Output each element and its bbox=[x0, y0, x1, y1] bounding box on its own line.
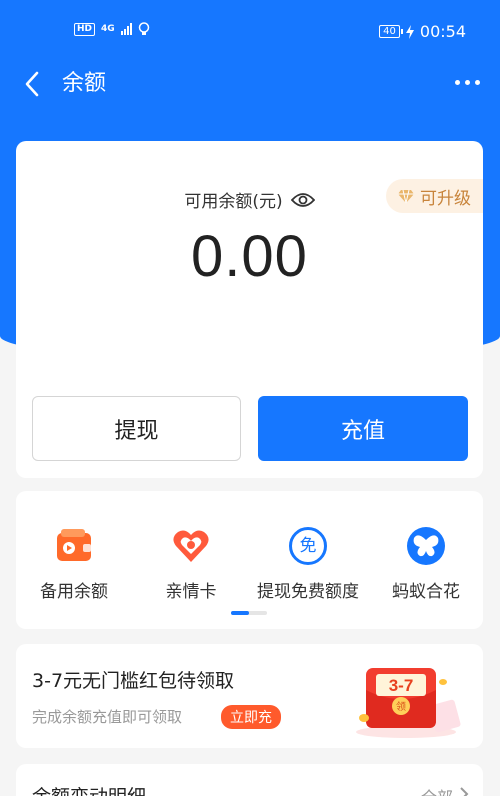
network-label: 4G bbox=[101, 23, 115, 34]
feature-free-withdraw[interactable]: 免 提现免费额度 bbox=[248, 527, 368, 602]
feature-label: 蚂蚁合花 bbox=[392, 582, 460, 602]
balance-detail-card[interactable]: 余额变动明细 全部 bbox=[16, 764, 483, 796]
upgrade-badge[interactable]: 可升级 bbox=[386, 179, 483, 213]
promo-card[interactable]: 3-7元无门槛红包待领取 完成余额充值即可领取 立即充 3-7 领 bbox=[16, 644, 483, 748]
envelope-coin: 领 bbox=[396, 700, 406, 713]
feature-family-card[interactable]: 亲情卡 bbox=[131, 527, 251, 602]
page-title: 余额 bbox=[62, 71, 107, 96]
diamond-icon bbox=[398, 189, 414, 204]
detail-all-link[interactable]: 全部 bbox=[421, 784, 453, 796]
balance-label: 可用余额(元) bbox=[184, 192, 283, 212]
heart-icon bbox=[173, 530, 209, 562]
features-card: 备用余额 亲情卡 免 提现免费额度 蚂蚁合花 bbox=[16, 491, 483, 629]
feature-label: 提现免费额度 bbox=[257, 582, 359, 602]
status-left: HD 4G bbox=[74, 22, 150, 36]
status-bar: HD 4G 40 00:54 bbox=[0, 0, 500, 52]
feature-label: 亲情卡 bbox=[165, 582, 217, 602]
feature-label: 备用余额 bbox=[40, 582, 108, 602]
wallet-icon bbox=[57, 529, 91, 561]
bulb-icon bbox=[138, 22, 149, 35]
feature-backup-balance[interactable]: 备用余额 bbox=[14, 527, 134, 602]
detail-title: 余额变动明细 bbox=[32, 782, 146, 796]
page-indicator bbox=[231, 611, 267, 615]
clock: 00:54 bbox=[419, 22, 466, 41]
charging-icon bbox=[405, 24, 414, 39]
envelope-amount: 3-7 bbox=[389, 676, 414, 695]
balance-card: 可用余额(元) 可升级 0.00 提现 充值 bbox=[16, 141, 483, 478]
upgrade-label: 可升级 bbox=[420, 188, 471, 209]
withdraw-button[interactable]: 提现 bbox=[32, 396, 241, 461]
recharge-button[interactable]: 充值 bbox=[258, 396, 468, 461]
signal-icon bbox=[120, 23, 132, 35]
status-right: 40 00:54 bbox=[379, 22, 466, 41]
more-icon[interactable] bbox=[455, 80, 480, 85]
claim-now-button[interactable]: 立即充 bbox=[221, 705, 281, 729]
balance-amount: 0.00 bbox=[191, 224, 308, 289]
feature-ant-huabei[interactable]: 蚂蚁合花 bbox=[366, 527, 486, 602]
promo-title: 3-7元无门槛红包待领取 bbox=[32, 670, 235, 692]
red-envelope-icon: 3-7 领 bbox=[356, 668, 461, 738]
eye-icon[interactable] bbox=[290, 192, 315, 208]
chevron-right-icon bbox=[460, 787, 469, 796]
battery-icon: 40 bbox=[379, 25, 403, 38]
nav-bar: 余额 bbox=[0, 52, 500, 116]
free-icon: 免 bbox=[289, 527, 327, 565]
promo-subtitle: 完成余额充值即可领取 bbox=[32, 708, 183, 726]
butterfly-icon bbox=[407, 527, 445, 565]
back-arrow-icon[interactable] bbox=[22, 70, 44, 98]
hd-badge: HD bbox=[74, 22, 96, 36]
